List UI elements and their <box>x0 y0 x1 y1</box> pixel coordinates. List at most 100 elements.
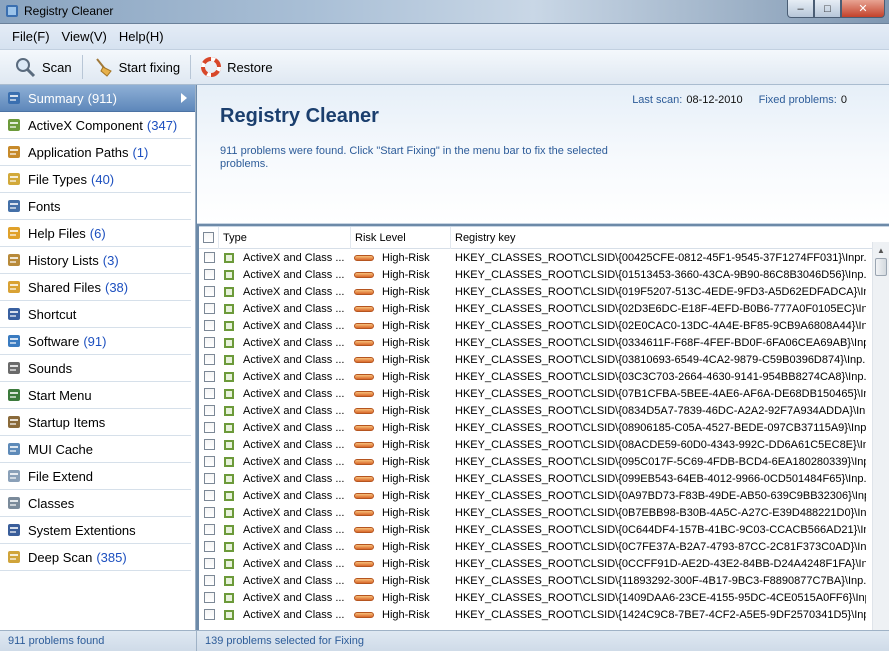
table-row[interactable]: ActiveX and Class ... High-Risk HKEY_CLASS… <box>199 555 889 572</box>
registry-key-cell: HKEY_CLASSES_ROOT\CLSID\{08ACDE59-60D0-4… <box>451 436 866 453</box>
table-row[interactable]: ActiveX and Class ... High-Risk HKEY_CLASS… <box>199 351 889 368</box>
row-checkbox[interactable] <box>203 405 215 416</box>
close-button[interactable]: ✕ <box>841 0 885 18</box>
start-fixing-button[interactable]: Start fixing <box>87 52 186 82</box>
registry-key-value: HKEY_CLASSES_ROOT\CLSID\{0CCFF91D-AE2D-4… <box>455 557 866 570</box>
maximize-button[interactable]: □ <box>814 0 841 18</box>
row-checkbox[interactable] <box>203 269 215 280</box>
sidebar-item-summary[interactable]: Summary (911) <box>0 85 195 112</box>
sidebar-item-shared-files[interactable]: Shared Files (38) <box>0 274 191 301</box>
sidebar-item-file-types[interactable]: File Types (40) <box>0 166 191 193</box>
type-value: ActiveX and Class ... <box>243 336 345 349</box>
minimize-button[interactable]: – <box>787 0 814 18</box>
row-checkbox[interactable] <box>203 592 215 603</box>
sidebar-item-software[interactable]: Software (91) <box>0 328 191 355</box>
type-value: ActiveX and Class ... <box>243 557 345 570</box>
activex-icon <box>224 320 234 331</box>
sidebar-item-application-paths[interactable]: Application Paths (1) <box>0 139 191 166</box>
sidebar-item-deep-scan[interactable]: Deep Scan (385) <box>0 544 191 571</box>
scrollbar-thumb[interactable] <box>875 258 887 276</box>
registry-key-cell: HKEY_CLASSES_ROOT\CLSID\{01513453-3660-4… <box>451 266 866 283</box>
table-row[interactable]: ActiveX and Class ... High-Risk HKEY_CLASS… <box>199 453 889 470</box>
type-value: ActiveX and Class ... <box>243 353 345 366</box>
risk-level-bar <box>354 254 374 261</box>
column-type[interactable]: Type <box>219 227 351 249</box>
sidebar-item-fonts[interactable]: Fonts <box>0 193 191 220</box>
sidebar-item-help-files[interactable]: Help Files (6) <box>0 220 191 247</box>
table-row[interactable]: ActiveX and Class ... High-Risk HKEY_CLASS… <box>199 589 889 606</box>
row-checkbox[interactable] <box>203 320 215 331</box>
table-row[interactable]: ActiveX and Class ... High-Risk HKEY_CLASS… <box>199 334 889 351</box>
sidebar-item-mui-cache[interactable]: MUI Cache <box>0 436 191 463</box>
row-checkbox[interactable] <box>203 575 215 586</box>
row-checkbox[interactable] <box>203 337 215 348</box>
table-row[interactable]: ActiveX and Class ... High-Risk HKEY_CLASS… <box>199 487 889 504</box>
row-checkbox[interactable] <box>203 439 215 450</box>
row-checkbox[interactable] <box>203 303 215 314</box>
table-row[interactable]: ActiveX and Class ... High-Risk HKEY_CLASS… <box>199 317 889 334</box>
sidebar-item-history-lists[interactable]: History Lists (3) <box>0 247 191 274</box>
row-checkbox[interactable] <box>203 371 215 382</box>
table-row[interactable]: ActiveX and Class ... High-Risk HKEY_CLASS… <box>199 402 889 419</box>
table-row[interactable]: ActiveX and Class ... High-Risk HKEY_CLASS… <box>199 504 889 521</box>
restore-button[interactable]: Restore <box>195 52 279 82</box>
table-body: ActiveX and Class ... High-Risk HKEY_CLASS… <box>199 249 889 623</box>
sidebar-item-file-extend[interactable]: File Extend <box>0 463 191 490</box>
row-checkbox[interactable] <box>203 422 215 433</box>
row-checkbox[interactable] <box>203 286 215 297</box>
sidebar-item-activex-component[interactable]: ActiveX Component (347) <box>0 112 191 139</box>
risk-level-bar <box>354 526 374 533</box>
row-checkbox[interactable] <box>203 558 215 569</box>
menu-help[interactable]: Help(H) <box>113 29 170 44</box>
table-row[interactable]: ActiveX and Class ... High-Risk HKEY_CLASS… <box>199 606 889 623</box>
risk-level-bar <box>354 390 374 397</box>
sidebar-item-sounds[interactable]: Sounds <box>0 355 191 382</box>
table-row[interactable]: ActiveX and Class ... High-Risk HKEY_CLASS… <box>199 521 889 538</box>
title-bar: Registry Cleaner – □ ✕ <box>0 0 889 24</box>
table-row[interactable]: ActiveX and Class ... High-Risk HKEY_CLASS… <box>199 572 889 589</box>
vertical-scrollbar[interactable]: ▲ <box>872 242 889 630</box>
risk-value: High-Risk <box>382 472 430 485</box>
type-value: ActiveX and Class ... <box>243 302 345 315</box>
table-row[interactable]: ActiveX and Class ... High-Risk HKEY_CLASS… <box>199 385 889 402</box>
row-checkbox[interactable] <box>203 507 215 518</box>
status-problems-found: 911 problems found <box>0 631 197 651</box>
row-checkbox[interactable] <box>203 524 215 535</box>
row-checkbox[interactable] <box>203 456 215 467</box>
table-row[interactable]: ActiveX and Class ... High-Risk HKEY_CLASS… <box>199 368 889 385</box>
table-row[interactable]: ActiveX and Class ... High-Risk HKEY_CLASS… <box>199 249 889 266</box>
row-checkbox[interactable] <box>203 490 215 501</box>
column-risk-level[interactable]: Risk Level <box>351 227 451 249</box>
risk-cell: High-Risk <box>351 317 451 334</box>
sidebar-item-shortcut[interactable]: Shortcut <box>0 301 191 328</box>
row-checkbox[interactable] <box>203 354 215 365</box>
table-row[interactable]: ActiveX and Class ... High-Risk HKEY_CLASS… <box>199 419 889 436</box>
sidebar-item-startup-items[interactable]: Startup Items <box>0 409 191 436</box>
type-cell: ActiveX and Class ... <box>219 385 351 402</box>
registry-key-value: HKEY_CLASSES_ROOT\CLSID\{0A97BD73-F83B-4… <box>455 489 866 502</box>
table-row[interactable]: ActiveX and Class ... High-Risk HKEY_CLASS… <box>199 470 889 487</box>
select-all-checkbox[interactable] <box>203 232 214 243</box>
scroll-up-arrow-icon[interactable]: ▲ <box>873 242 889 258</box>
table-row[interactable]: ActiveX and Class ... High-Risk HKEY_CLASS… <box>199 436 889 453</box>
row-checkbox[interactable] <box>203 473 215 484</box>
table-row[interactable]: ActiveX and Class ... High-Risk HKEY_CLASS… <box>199 283 889 300</box>
toolbar-separator <box>81 55 83 79</box>
column-registry-key[interactable]: Registry key <box>451 227 871 249</box>
row-checkbox[interactable] <box>203 609 215 620</box>
row-checkbox[interactable] <box>203 541 215 552</box>
sidebar-item-classes[interactable]: Classes <box>0 490 191 517</box>
row-checkbox[interactable] <box>203 388 215 399</box>
table-row[interactable]: ActiveX and Class ... High-Risk HKEY_CLASS… <box>199 300 889 317</box>
row-checkbox-cell <box>199 419 219 436</box>
menu-view[interactable]: View(V) <box>56 29 113 44</box>
scan-button[interactable]: Scan <box>8 52 78 82</box>
risk-value: High-Risk <box>382 353 430 366</box>
row-checkbox[interactable] <box>203 252 215 263</box>
sidebar-item-start-menu[interactable]: Start Menu <box>0 382 191 409</box>
sidebar-item-system-extentions[interactable]: System Extentions <box>0 517 191 544</box>
table-row[interactable]: ActiveX and Class ... High-Risk HKEY_CLASS… <box>199 266 889 283</box>
menu-file[interactable]: File(F) <box>6 29 56 44</box>
table-row[interactable]: ActiveX and Class ... High-Risk HKEY_CLASS… <box>199 538 889 555</box>
risk-level-bar <box>354 492 374 499</box>
